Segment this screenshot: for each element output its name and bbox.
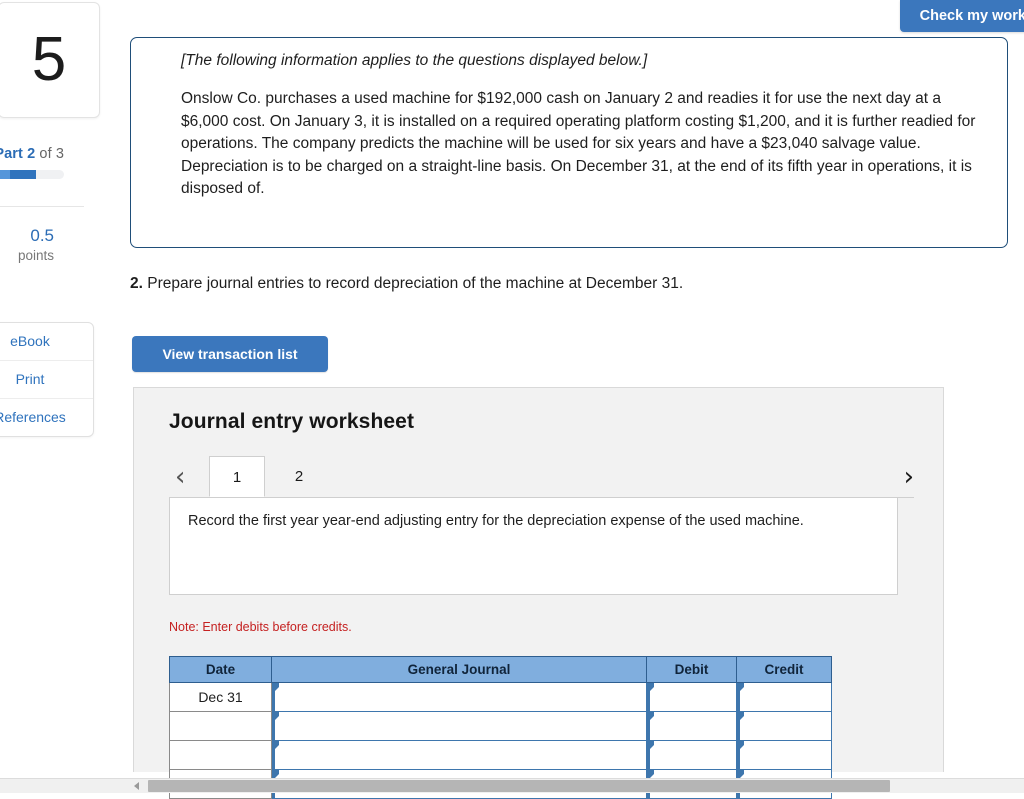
part-progress: Part 2 of 3 <box>0 146 100 179</box>
entry-prompt-text: Record the first year year-end adjusting… <box>188 513 804 529</box>
table-header-row: Date General Journal Debit Credit <box>169 656 832 683</box>
tab-entry-2[interactable]: 2 <box>271 456 327 497</box>
main-content: [The following information applies to th… <box>130 0 1024 799</box>
scenario-applies-note: [The following information applies to th… <box>181 52 648 69</box>
next-entry-chevron-icon[interactable]: › <box>904 464 914 490</box>
worksheet-tabstrip: ‹ 1 2 › <box>169 456 914 498</box>
ebook-button[interactable]: eBook <box>0 323 93 361</box>
question-number: 5 <box>31 25 67 94</box>
debits-before-credits-note: Note: Enter debits before credits. <box>169 620 352 634</box>
scroll-left-arrow-icon[interactable] <box>134 782 139 790</box>
cell-credit-2[interactable] <box>736 711 832 741</box>
column-header-credit: Credit <box>736 656 832 683</box>
question-sidebar: 5 Part 2 of 3 0.5 points eBook Print Ref… <box>0 0 102 793</box>
question-number-card: 5 <box>0 2 100 118</box>
worksheet-title: Journal entry worksheet <box>169 410 415 433</box>
progress-segment-current <box>9 170 37 179</box>
tool-links-card: eBook Print References <box>0 322 94 437</box>
points-value: 0.5 <box>30 226 54 245</box>
part-current: Part 2 <box>0 146 36 162</box>
table-row <box>169 711 832 741</box>
progress-segment-completed <box>0 170 10 179</box>
points-block: 0.5 points <box>0 226 88 265</box>
previous-entry-chevron-icon[interactable]: ‹ <box>175 464 185 490</box>
column-header-debit: Debit <box>646 656 737 683</box>
sidebar-divider <box>0 206 84 207</box>
requirement-line: 2. Prepare journal entries to record dep… <box>130 275 683 293</box>
horizontal-scrollbar-thumb[interactable] <box>148 780 890 792</box>
scenario-body-text: Onslow Co. purchases a used machine for … <box>181 90 976 197</box>
cell-credit-3[interactable] <box>736 740 832 770</box>
cell-date-3[interactable] <box>169 740 272 770</box>
horizontal-scrollbar[interactable] <box>0 778 1024 793</box>
cell-date-2[interactable] <box>169 711 272 741</box>
cell-debit-1[interactable] <box>646 682 737 712</box>
cell-credit-1[interactable] <box>736 682 832 712</box>
progress-bar <box>0 170 64 179</box>
cell-debit-3[interactable] <box>646 740 737 770</box>
entry-prompt-box: Record the first year year-end adjusting… <box>169 497 898 595</box>
requirement-number: 2. <box>130 275 143 292</box>
table-row <box>169 740 832 770</box>
table-row: Dec 31 <box>169 682 832 712</box>
cell-debit-2[interactable] <box>646 711 737 741</box>
column-header-date: Date <box>169 656 272 683</box>
part-label: Part 2 of 3 <box>0 146 100 162</box>
points-label: points <box>17 248 54 263</box>
column-header-general-journal: General Journal <box>271 656 647 683</box>
part-total: of 3 <box>35 146 64 162</box>
view-transaction-list-button[interactable]: View transaction list <box>132 336 328 372</box>
journal-entry-worksheet-panel: Journal entry worksheet ‹ 1 2 › Record t… <box>133 387 944 799</box>
cell-general-journal-3[interactable] <box>271 740 647 770</box>
references-button[interactable]: References <box>0 399 93 436</box>
scenario-info-box: [The following information applies to th… <box>130 37 1008 248</box>
cell-general-journal-1[interactable] <box>271 682 647 712</box>
print-button[interactable]: Print <box>0 361 93 399</box>
tab-entry-1[interactable]: 1 <box>209 456 265 497</box>
cell-general-journal-2[interactable] <box>271 711 647 741</box>
requirement-text: Prepare journal entries to record deprec… <box>142 275 684 292</box>
cell-date-1[interactable]: Dec 31 <box>169 682 272 712</box>
